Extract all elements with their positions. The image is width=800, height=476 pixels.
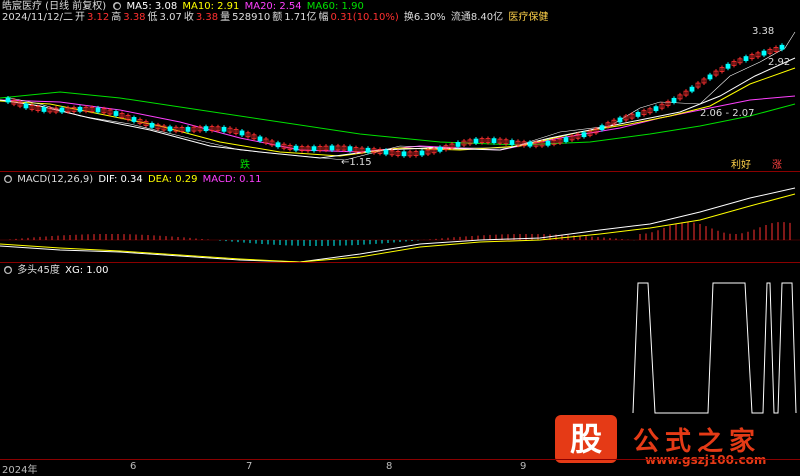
price-path bbox=[9, 31, 796, 161]
low-mark-value: 1.15 bbox=[349, 157, 372, 168]
candle-body bbox=[95, 107, 101, 113]
candle-body bbox=[527, 141, 533, 147]
time-axis[interactable]: 2024年 6 7 8 9 bbox=[0, 459, 800, 476]
candle-body bbox=[581, 132, 587, 138]
candle-body bbox=[185, 126, 191, 132]
candle-body bbox=[221, 126, 227, 132]
ma5-line bbox=[0, 57, 796, 159]
candle-body bbox=[239, 130, 245, 136]
mid-mark-label: 2.92 bbox=[768, 57, 791, 68]
candle-body bbox=[635, 112, 641, 117]
candle-body bbox=[59, 107, 65, 113]
candle-body bbox=[437, 146, 443, 152]
candle-body bbox=[491, 138, 497, 144]
candle-body bbox=[743, 56, 749, 61]
xg-signal-line bbox=[632, 282, 797, 414]
axis-label-year: 2024年 bbox=[2, 465, 38, 476]
candle-body bbox=[149, 122, 155, 128]
candle-body bbox=[563, 137, 569, 142]
candle-body bbox=[401, 151, 407, 157]
candle-body bbox=[275, 142, 281, 148]
candle-body bbox=[419, 150, 425, 156]
candle-body bbox=[689, 86, 695, 92]
candle-body bbox=[761, 50, 767, 56]
candle-body bbox=[509, 140, 515, 145]
candle-body bbox=[455, 142, 461, 147]
candle-body bbox=[473, 138, 479, 144]
candle-body bbox=[617, 117, 623, 123]
axis-label-9: 9 bbox=[520, 461, 527, 472]
candle-body bbox=[293, 145, 299, 151]
ma10-line bbox=[0, 67, 796, 157]
watermark-logo: 股 bbox=[555, 415, 617, 463]
candle-body bbox=[167, 126, 173, 132]
axis-label-6: 6 bbox=[130, 461, 137, 472]
candle-body bbox=[311, 146, 317, 152]
ma-mark-label: 2.06 - 2.07 bbox=[700, 108, 755, 119]
candle-body bbox=[257, 136, 263, 142]
candle-body bbox=[653, 106, 659, 112]
candle-body bbox=[203, 126, 209, 132]
tag-lihao: 利好 bbox=[731, 160, 751, 171]
axis-label-8: 8 bbox=[386, 461, 393, 472]
tag-die: 跌 bbox=[240, 160, 250, 171]
candle-body bbox=[383, 149, 389, 155]
high-mark-label: 3.38 bbox=[752, 26, 775, 37]
candle-body bbox=[347, 146, 353, 152]
candle-body bbox=[23, 103, 29, 109]
candle-body bbox=[77, 106, 83, 112]
tag-zhang: 涨 bbox=[772, 160, 782, 171]
candle-body bbox=[707, 74, 713, 80]
candle-body bbox=[113, 111, 119, 116]
candle-body bbox=[5, 97, 11, 103]
candle-body bbox=[545, 140, 551, 146]
axis-label-7: 7 bbox=[246, 461, 253, 472]
price-chart[interactable] bbox=[0, 0, 800, 170]
candle-body bbox=[41, 107, 47, 112]
candle-body bbox=[365, 147, 371, 153]
candle-body bbox=[725, 63, 731, 69]
candle-body bbox=[671, 97, 677, 103]
candle-body bbox=[329, 145, 335, 151]
candle-body bbox=[131, 117, 137, 122]
low-mark-label: ←1.15 bbox=[341, 157, 372, 168]
candle-body bbox=[779, 44, 785, 50]
macd-chart[interactable] bbox=[0, 172, 800, 262]
candle-body bbox=[599, 125, 605, 131]
